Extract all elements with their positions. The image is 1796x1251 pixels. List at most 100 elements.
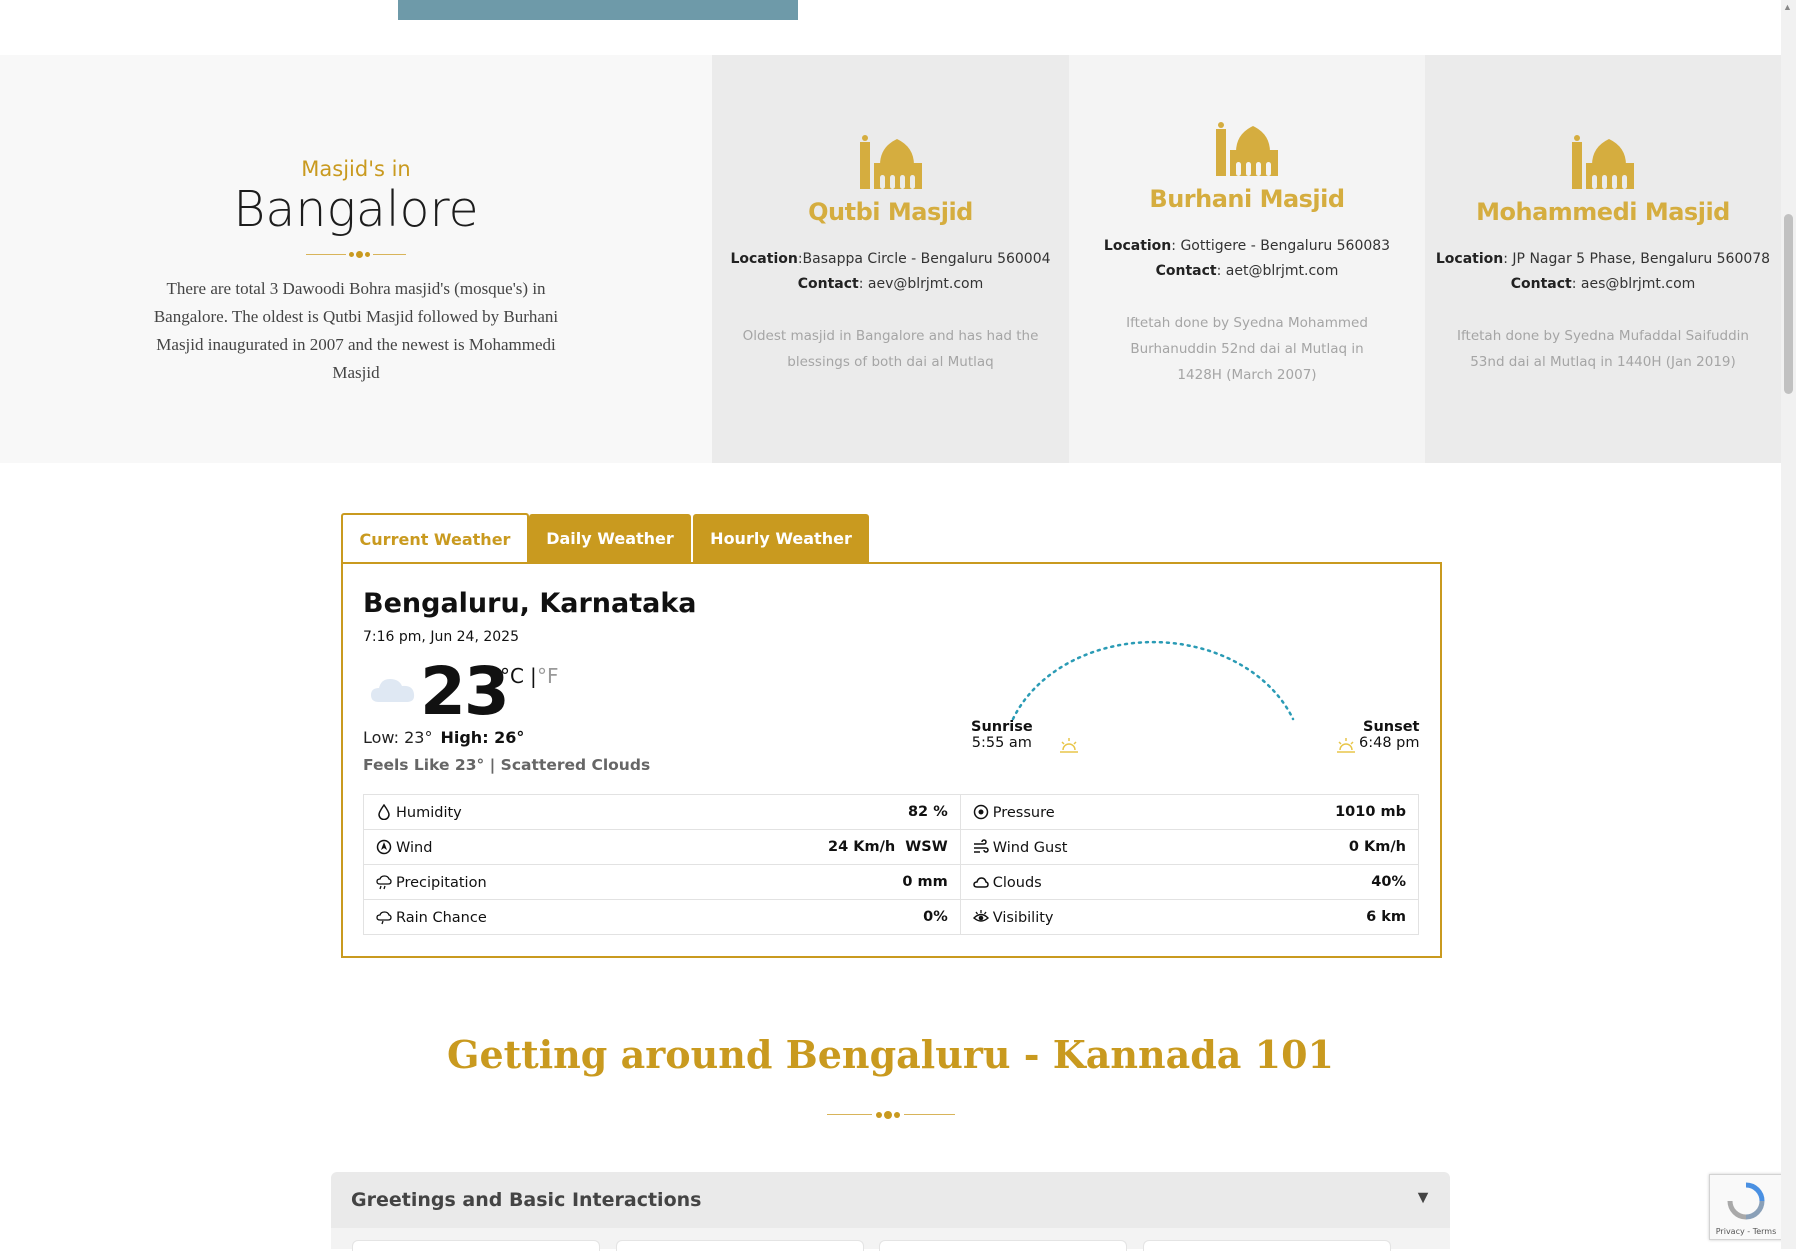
detail-label: Precipitation — [396, 874, 487, 891]
pressure-icon — [973, 804, 988, 819]
rain-chance-icon — [376, 910, 392, 924]
page-scrollbar[interactable]: ▲ — [1781, 0, 1796, 1249]
masjid-name: Burhani Masjid — [1149, 185, 1345, 213]
table-row: Precipitation 0 mm Clouds 40% — [363, 864, 1419, 900]
high-temp: High: 26° — [440, 728, 525, 747]
low-temp: Low: 23° — [363, 728, 433, 747]
kannada-section-title: Getting around Bengaluru - Kannada 101 — [447, 1032, 1334, 1077]
masjid-section: Masjid's in Bangalore There are total 3 … — [0, 55, 1781, 463]
intro-subtitle: Masjid's in — [301, 157, 411, 181]
detail-value: 0 mm — [652, 864, 961, 900]
cloud-icon — [371, 679, 415, 702]
detail-value: 82 % — [652, 794, 961, 830]
sunrise-label: Sunrise — [971, 719, 1033, 735]
location-value: :Basappa Circle - Bengaluru 560004 — [797, 251, 1051, 267]
contact-value[interactable]: : aev@blrjmt.com — [859, 276, 984, 292]
current-weather-panel: Bengaluru, Karnataka 7:16 pm, Jun 24, 20… — [341, 562, 1442, 958]
phrase-card — [352, 1240, 600, 1251]
accordion-greetings[interactable]: Greetings and Basic Interactions ▼ — [331, 1172, 1450, 1228]
detail-value: 1010 mb — [1214, 794, 1419, 830]
tab-current-weather[interactable]: Current Weather — [341, 513, 529, 565]
feels-like: Feels Like 23° | Scattered Clouds — [363, 756, 651, 774]
intro-paragraph: There are total 3 Dawoodi Bohra masjid's… — [153, 279, 559, 382]
chevron-down-icon[interactable]: ▼ — [1414, 1187, 1432, 1208]
detail-value: 6 km — [1214, 899, 1419, 935]
masjid-card-mohammedi: Mohammedi Masjid Location: JP Nagar 5 Ph… — [1425, 55, 1781, 463]
wind-icon — [376, 839, 392, 854]
masjid-note: Iftetah done by Syedna Mufaddal Saifuddi… — [1457, 328, 1749, 370]
location-value: : Gottigere - Bengaluru 560083 — [1171, 238, 1391, 254]
sunset-time: 6:48 pm — [1359, 735, 1420, 751]
masjid-name: Qutbi Masjid — [808, 198, 973, 226]
location-value: : JP Nagar 5 Phase, Bengaluru 560078 — [1503, 251, 1771, 267]
tab-daily-weather[interactable]: Daily Weather — [529, 514, 691, 563]
sunrise-info: Sunrise 5:55 am — [971, 719, 1033, 751]
contact-value[interactable]: : aes@blrjmt.com — [1572, 276, 1696, 292]
detail-value: 0% — [652, 899, 961, 935]
detail-label: Wind — [396, 839, 433, 856]
phrase-card — [1143, 1240, 1391, 1251]
table-row: Humidity 82 % Pressure 1010 mb — [363, 794, 1419, 830]
ornament-divider — [306, 250, 406, 260]
recaptcha-text[interactable]: Privacy - Terms — [1710, 1227, 1782, 1236]
weather-datetime: 7:16 pm, Jun 24, 2025 — [363, 629, 519, 645]
weather-city: Bengaluru, Karnataka — [363, 588, 697, 619]
humidity-icon — [378, 803, 390, 820]
detail-label: Clouds — [992, 874, 1042, 891]
mosque-icon — [859, 135, 922, 189]
mosque-icon — [1216, 122, 1278, 176]
tab-hourly-weather[interactable]: Hourly Weather — [693, 514, 869, 563]
wind-gust-icon — [973, 838, 989, 853]
unit-fahrenheit[interactable]: °F — [537, 664, 559, 688]
accordion-label: Greetings and Basic Interactions — [351, 1189, 702, 1211]
sunset-label: Sunset — [1363, 719, 1420, 735]
detail-label: Humidity — [396, 804, 462, 821]
table-row: Rain Chance 0% Visibility 6 km — [363, 899, 1419, 935]
precipitation-icon — [376, 874, 392, 889]
phrase-card — [879, 1240, 1127, 1251]
phrase-card — [616, 1240, 864, 1251]
mosque-icon — [1572, 135, 1634, 189]
low-high: Low: 23° High: 26° — [363, 728, 532, 747]
detail-value: 0 Km/h — [1214, 829, 1419, 865]
detail-label: Wind Gust — [992, 839, 1068, 856]
masjid-note: Iftetah done by Syedna Mohammed Burhanud… — [1126, 315, 1368, 383]
detail-label: Pressure — [992, 804, 1055, 821]
detail-value: 40% — [1214, 864, 1419, 900]
intro-title: Bangalore — [233, 181, 479, 238]
sunrise-time: 5:55 am — [971, 735, 1032, 751]
masjid-intro: Masjid's in Bangalore There are total 3 … — [0, 55, 712, 463]
unit-celsius[interactable]: °C — [500, 664, 524, 688]
masjid-info: Location: Gottigere - Bengaluru 560083 C… — [1069, 234, 1425, 284]
location-label: Location — [1103, 238, 1172, 254]
sunrise-icon — [1060, 738, 1078, 753]
detail-label: Rain Chance — [396, 909, 487, 926]
top-banner — [398, 0, 798, 20]
masjid-info: Location:Basappa Circle - Bengaluru 5600… — [712, 247, 1069, 297]
clouds-icon — [972, 876, 989, 888]
recaptcha-icon — [1727, 1182, 1765, 1220]
visibility-icon — [972, 909, 989, 922]
contact-label: Contact — [1155, 263, 1217, 279]
weather-details-table: Humidity 82 % Pressure 1010 mb Wind 24 K… — [363, 794, 1419, 935]
location-label: Location — [1435, 251, 1504, 267]
temperature-value: 23 — [420, 653, 510, 730]
unit-separator: | — [530, 664, 537, 688]
ornament-divider — [827, 1110, 955, 1120]
location-label: Location — [730, 251, 798, 267]
scroll-up-icon[interactable]: ▲ — [1783, 2, 1792, 12]
masjid-info: Location: JP Nagar 5 Phase, Bengaluru 56… — [1425, 247, 1781, 297]
contact-label: Contact — [797, 276, 859, 292]
recaptcha-badge[interactable]: Privacy - Terms — [1709, 1174, 1783, 1240]
masjid-card-qutbi: Qutbi Masjid Location:Basappa Circle - B… — [712, 55, 1069, 463]
masjid-card-burhani: Burhani Masjid Location: Gottigere - Ben… — [1069, 55, 1425, 463]
masjid-note: Oldest masjid in Bangalore and has had t… — [742, 328, 1039, 370]
detail-value: 24 Km/h WSW — [652, 829, 961, 865]
detail-label: Visibility — [992, 909, 1054, 926]
table-row: Wind 24 Km/h WSW Wind Gust 0 Km/h — [363, 829, 1419, 865]
scrollbar-thumb[interactable] — [1784, 214, 1793, 394]
contact-value[interactable]: : aet@blrjmt.com — [1217, 263, 1339, 279]
contact-label: Contact — [1510, 276, 1572, 292]
sunset-icon — [1337, 738, 1355, 753]
sunset-info: Sunset 6:48 pm — [1359, 719, 1420, 751]
